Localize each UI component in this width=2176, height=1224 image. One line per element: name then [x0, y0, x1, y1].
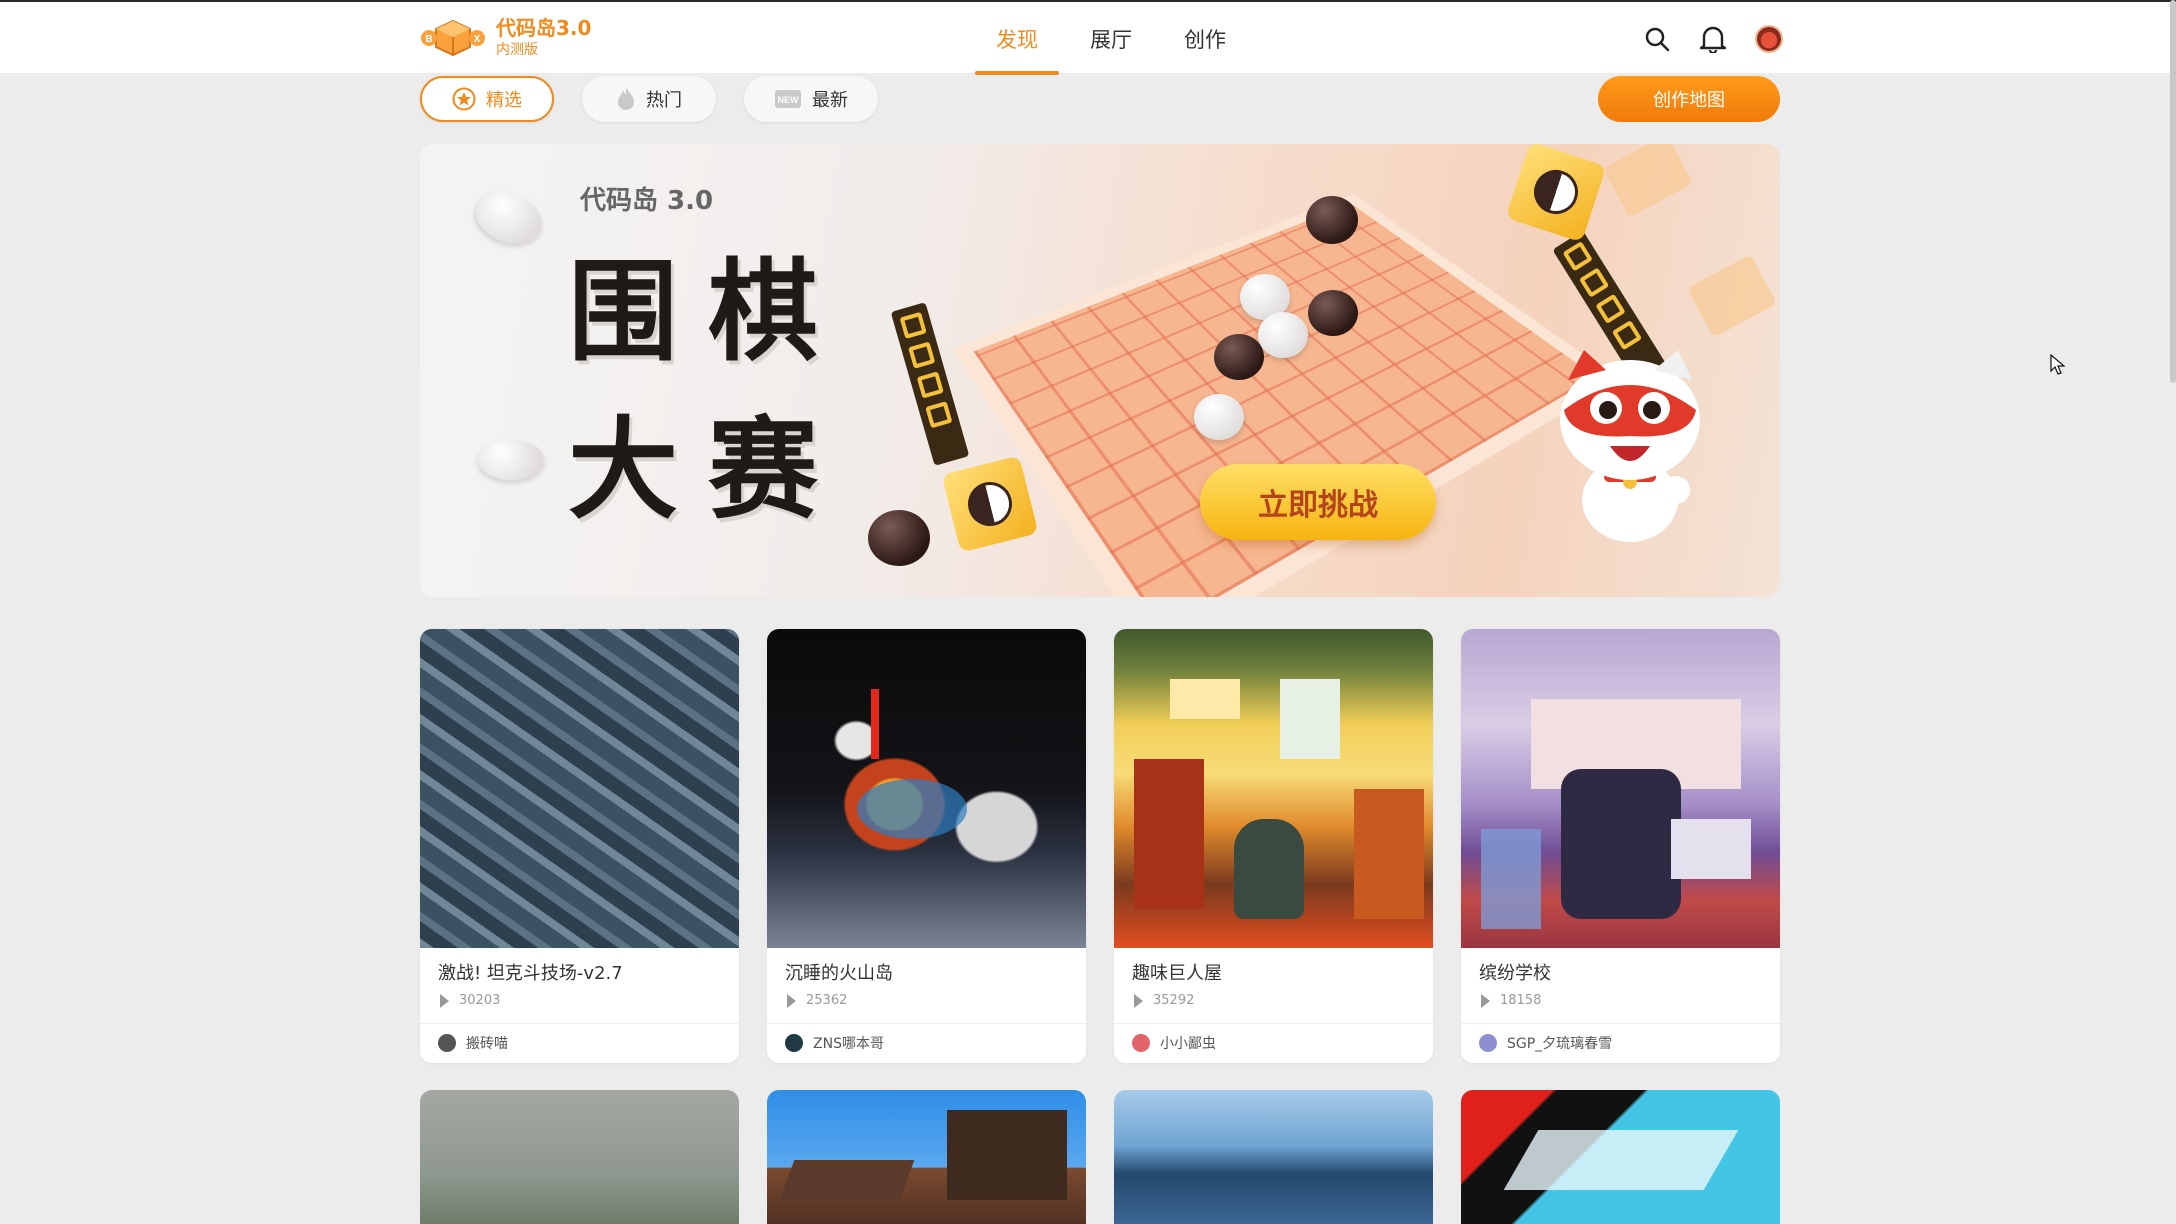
play-icon [1481, 993, 1490, 1008]
map-thumbnail [1114, 629, 1433, 948]
play-count-value: 30203 [459, 993, 501, 1008]
map-card[interactable]: 激战! 坦克斗技场-v2.7 30203 搬砖喵 [420, 629, 739, 1063]
play-icon [440, 993, 449, 1008]
map-thumbnail [767, 629, 1086, 948]
filter-new[interactable]: NEW 最新 [744, 76, 878, 122]
nav-tab-gallery[interactable]: 展厅 [1064, 2, 1158, 75]
app-logo[interactable]: B X 代码岛3.0 内测版 [420, 16, 591, 60]
play-icon [1134, 993, 1143, 1008]
yin-yang-block [1505, 144, 1607, 243]
author-name: 搬砖喵 [466, 1036, 508, 1052]
play-count: 30203 [440, 993, 500, 1008]
create-map-button[interactable]: 创作地图 [1598, 76, 1780, 122]
author-avatar [1132, 1034, 1150, 1052]
filter-featured[interactable]: 精选 [420, 76, 554, 122]
app-subtitle: 内测版 [496, 42, 538, 58]
banner-title: 代码岛 3.0 [580, 186, 714, 216]
nav-tab-create[interactable]: 创作 [1158, 2, 1252, 75]
promo-banner[interactable]: 代码岛 3.0 围棋 大赛 立即挑战 [420, 144, 1780, 597]
map-card[interactable] [767, 1090, 1086, 1224]
svg-text:X: X [474, 34, 481, 45]
card-divider [1461, 1023, 1780, 1024]
play-icon [787, 993, 796, 1008]
card-divider [767, 1023, 1086, 1024]
map-card-title: 激战! 坦克斗技场-v2.7 [438, 963, 623, 984]
author-avatar [438, 1034, 456, 1052]
filter-hot-label: 热门 [646, 90, 682, 111]
filter-featured-label: 精选 [486, 90, 522, 111]
map-card[interactable]: 趣味巨人屋 35292 小小鄙虫 [1114, 629, 1433, 1063]
play-count-value: 25362 [806, 993, 848, 1008]
page-scrollbar[interactable] [2170, 0, 2176, 383]
mascot-cat-illustration [1560, 350, 1700, 542]
card-divider [1114, 1023, 1433, 1024]
yin-yang-block [941, 455, 1039, 553]
filter-bar: 精选 热门 NEW 最新 创作地图 [420, 76, 1780, 122]
star-icon [452, 87, 476, 111]
author-avatar [1479, 1034, 1497, 1052]
mouse-cursor-icon [2050, 354, 2066, 375]
card-divider [420, 1023, 739, 1024]
main-nav: 发现 展厅 创作 [970, 2, 1252, 75]
author-avatar [785, 1034, 803, 1052]
flame-icon [616, 86, 636, 112]
logo-cube-icon: B X [421, 19, 485, 57]
app-title: 代码岛3.0 [496, 16, 592, 40]
play-count-value: 18158 [1500, 993, 1542, 1008]
author[interactable]: ZNS哪本哥 [785, 1033, 884, 1053]
white-stone [468, 183, 550, 253]
top-navigation-bar: B X 代码岛3.0 内测版 发现 展厅 创作 [0, 0, 2176, 75]
map-card[interactable]: 缤纷学校 18158 SGP_夕琉璃春雪 [1461, 629, 1780, 1063]
map-thumbnail [1461, 629, 1780, 948]
tile-decoration [1603, 144, 1693, 218]
author-name: 小小鄙虫 [1160, 1036, 1216, 1052]
play-count: 35292 [1134, 993, 1194, 1008]
white-stone [1258, 312, 1308, 358]
tile-decoration [1687, 254, 1777, 338]
white-stone [478, 440, 544, 480]
map-card[interactable] [1114, 1090, 1433, 1224]
filter-new-label: 最新 [812, 90, 848, 111]
author-name: ZNS哪本哥 [813, 1036, 884, 1052]
top-right-actions [1640, 22, 1786, 56]
map-card-title: 缤纷学校 [1479, 963, 1551, 984]
author[interactable]: 搬砖喵 [438, 1033, 508, 1053]
author[interactable]: SGP_夕琉璃春雪 [1479, 1033, 1612, 1053]
author-name: SGP_夕琉璃春雪 [1507, 1036, 1613, 1052]
svg-text:NEW: NEW [778, 95, 800, 105]
map-card[interactable] [1461, 1090, 1780, 1224]
author[interactable]: 小小鄙虫 [1132, 1033, 1216, 1053]
black-stone [1214, 334, 1264, 380]
map-card-title: 沉睡的火山岛 [785, 963, 893, 984]
map-card[interactable] [420, 1090, 739, 1224]
black-stone [868, 510, 930, 566]
black-stone [1306, 196, 1358, 244]
avatar [1755, 25, 1783, 53]
nav-tab-discover[interactable]: 发现 [970, 2, 1064, 75]
user-avatar[interactable] [1752, 22, 1786, 56]
filter-hot[interactable]: 热门 [582, 76, 716, 122]
white-stone [1194, 394, 1244, 440]
play-count: 25362 [787, 993, 847, 1008]
map-card-title: 趣味巨人屋 [1132, 963, 1222, 984]
svg-text:B: B [425, 34, 432, 45]
map-card[interactable]: 沉睡的火山岛 25362 ZNS哪本哥 [767, 629, 1086, 1063]
play-count: 18158 [1481, 993, 1541, 1008]
search-icon[interactable] [1640, 22, 1674, 56]
banner-headline-2: 大赛 [568, 405, 848, 534]
map-thumbnail [420, 629, 739, 948]
new-badge-icon: NEW [774, 89, 802, 109]
bell-icon[interactable] [1696, 22, 1730, 56]
challenge-now-button[interactable]: 立即挑战 [1200, 464, 1436, 540]
black-stone [1308, 290, 1358, 336]
banner-headline-1: 围棋 [568, 247, 848, 376]
play-count-value: 35292 [1153, 993, 1195, 1008]
pillar-decoration [890, 302, 970, 466]
